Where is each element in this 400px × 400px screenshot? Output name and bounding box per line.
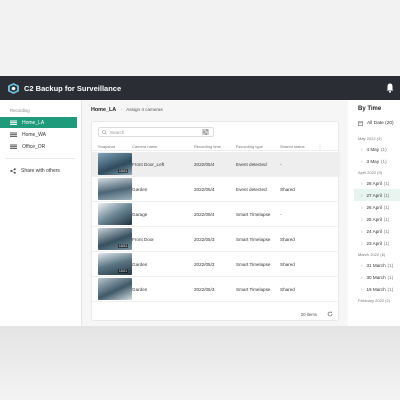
- group-title: Home_LA: [91, 107, 117, 113]
- camera-group-icon: [10, 132, 17, 137]
- sidebar-item-label: Home_LA: [22, 119, 45, 126]
- app-window: C2 Backup for Surveillance Recording Hom…: [0, 76, 400, 326]
- share-with-others-button[interactable]: Share with others: [0, 165, 81, 176]
- recording-time: 2022/05/4: [194, 186, 215, 192]
- filter-icon[interactable]: [202, 129, 209, 135]
- recording-time: 2022/05/4: [194, 161, 215, 167]
- recording-type: Smart Timelapse: [236, 261, 271, 267]
- share-icon: [10, 167, 16, 174]
- camera-group-icon: [10, 144, 17, 149]
- recording-type: Smart Timelapse: [236, 211, 271, 217]
- day-filter-item[interactable]: › 19 March (1): [358, 283, 400, 295]
- share-label: Share with others: [21, 167, 60, 174]
- recording-time: 2022/05/3: [194, 236, 215, 242]
- recording-time: 2022/05/4: [194, 211, 215, 217]
- app-title: C2 Backup for Surveillance: [24, 83, 122, 93]
- camera-name: Garden: [132, 261, 148, 267]
- recording-type: Event detected: [236, 161, 267, 167]
- search-input[interactable]: Search: [98, 127, 214, 137]
- snapshot-thumbnail[interactable]: 13:01: [98, 153, 132, 175]
- page-title: Home_LA · Assign 4 cameras: [91, 107, 163, 113]
- sidebar: Recording Home_LA Home_WA Office_OR Shar…: [0, 100, 82, 326]
- refresh-icon[interactable]: [327, 311, 333, 317]
- month-header[interactable]: March 2022 (6): [358, 249, 400, 259]
- day-filter-item-selected[interactable]: › 27 April (1): [354, 189, 400, 201]
- snapshot-thumbnail[interactable]: [98, 178, 132, 200]
- app-header: C2 Backup for Surveillance: [0, 76, 400, 100]
- item-count: 20 items: [300, 311, 317, 317]
- column-header[interactable]: Camera name: [132, 144, 194, 149]
- table-row[interactable]: 13:01 Front Door 2022/05/3 Smart Timelap…: [92, 227, 340, 252]
- camera-name: Garden: [132, 186, 148, 192]
- day-filter-item[interactable]: › 30 March (1): [358, 271, 400, 283]
- camera-name: Garage: [132, 211, 148, 217]
- camera-group-icon: [10, 120, 17, 125]
- recording-type: Event detected: [236, 186, 267, 192]
- sidebar-item-office-or[interactable]: Office_OR: [0, 141, 81, 152]
- shared-status: -: [280, 211, 282, 217]
- more-icon[interactable]: ⋮: [318, 144, 332, 149]
- time-filter-panel: By Time All Date (20) May 2022 (3) › 4 Ma…: [348, 100, 400, 326]
- day-filter-item[interactable]: › 28 April (1): [358, 177, 400, 189]
- month-header[interactable]: February 2022 (2): [358, 295, 400, 305]
- day-filter-item[interactable]: › 26 April (1): [358, 201, 400, 213]
- sidebar-section-title: Recording: [10, 108, 30, 113]
- camera-table-card: Search Snapshot Camera name Recording ti…: [91, 121, 340, 321]
- all-date-filter[interactable]: All Date (20): [358, 121, 400, 126]
- table-row[interactable]: 13:01 Front Door_Left 2022/05/4 Event de…: [92, 152, 340, 177]
- logo-icon: [8, 82, 19, 94]
- camera-name: Garden: [132, 286, 148, 292]
- snapshot-thumbnail[interactable]: [98, 278, 132, 300]
- snapshot-time: 13:01: [118, 244, 128, 248]
- calendar-icon: [358, 121, 363, 126]
- snapshot-thumbnail[interactable]: [98, 203, 132, 225]
- table-footer: 20 items: [92, 308, 340, 320]
- day-filter-item[interactable]: › 24 April (1): [358, 225, 400, 237]
- snapshot-thumbnail[interactable]: 13:01: [98, 253, 132, 275]
- shared-status: Shared: [280, 236, 295, 242]
- table-row[interactable]: Garage 2022/05/4 Smart Timelapse -: [92, 202, 340, 227]
- camera-name: Front Door_Left: [132, 161, 165, 167]
- day-filter-item[interactable]: › 3 May (1): [358, 155, 400, 167]
- month-header[interactable]: May 2022 (3): [358, 133, 400, 143]
- recording-type: Smart Timelapse: [236, 286, 271, 292]
- sidebar-item-home-wa[interactable]: Home_WA: [0, 129, 81, 140]
- bell-icon[interactable]: [386, 83, 394, 93]
- recording-type: Smart Timelapse: [236, 236, 271, 242]
- column-header[interactable]: Snapshot: [92, 144, 132, 149]
- table-row[interactable]: Garden 2022/05/4 Event detected Shared: [92, 177, 340, 202]
- shared-status: -: [280, 161, 282, 167]
- panel-title: By Time: [358, 106, 382, 112]
- shared-status: Shared: [280, 286, 295, 292]
- all-date-label: All Date (20): [367, 121, 394, 126]
- camera-name: Front Door: [132, 236, 154, 242]
- sidebar-divider: [6, 158, 75, 159]
- column-header[interactable]: Recording time: [194, 144, 236, 149]
- search-icon: [102, 129, 107, 135]
- table-row[interactable]: 13:01 Garden 2022/05/3 Smart Timelapse S…: [92, 252, 340, 277]
- recording-time: 2022/05/3: [194, 286, 215, 292]
- sidebar-item-label: Home_WA: [22, 131, 46, 138]
- recording-time: 2022/05/3: [194, 261, 215, 267]
- snapshot-thumbnail[interactable]: 13:01: [98, 228, 132, 250]
- snapshot-time: 13:01: [118, 269, 128, 273]
- background-surface: [0, 326, 400, 400]
- sidebar-item-home-la[interactable]: Home_LA: [0, 117, 77, 128]
- shared-status: Shared: [280, 186, 295, 192]
- column-header[interactable]: Recording type: [236, 144, 280, 149]
- column-header[interactable]: Shared status: [280, 144, 318, 149]
- shared-status: Shared: [280, 261, 295, 267]
- month-header[interactable]: April 2022 (9): [358, 167, 400, 177]
- group-subtitle: Assign 4 cameras: [126, 107, 163, 112]
- day-filter-item[interactable]: › 31 March (1): [358, 259, 400, 271]
- day-filter-item[interactable]: › 4 May (1): [358, 143, 400, 155]
- table-row[interactable]: Garden 2022/05/3 Smart Timelapse Shared: [92, 277, 340, 302]
- sidebar-item-label: Office_OR: [22, 143, 46, 150]
- snapshot-time: 13:01: [118, 169, 128, 173]
- main-content: Home_LA · Assign 4 cameras Search Snapsh…: [82, 100, 348, 326]
- table-header: Snapshot Camera name Recording time Reco…: [92, 142, 340, 151]
- search-placeholder: Search: [110, 129, 125, 135]
- day-filter-item[interactable]: › 25 April (1): [358, 213, 400, 225]
- day-filter-item[interactable]: › 23 April (1): [358, 237, 400, 249]
